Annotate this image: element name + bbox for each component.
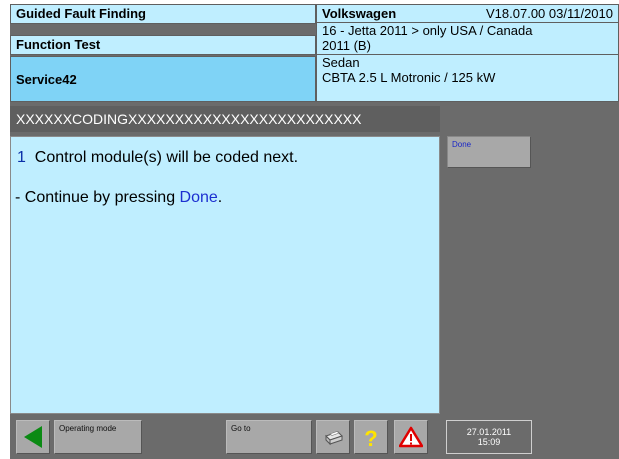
instruction-suffix: .	[217, 189, 223, 206]
time-label: 15:09	[477, 437, 501, 447]
title-bar: XXXXXXCODINGXXXXXXXXXXXXXXXXXXXXXXXXX	[10, 106, 440, 132]
instruction-text: - Continue by pressing	[15, 189, 180, 206]
done-button-label: Done	[452, 140, 472, 149]
engine-label: CBTA 2.5 L Motronic / 125 kW	[322, 70, 496, 85]
done-link[interactable]: Done	[180, 189, 218, 206]
brand-label: Volkswagen	[322, 6, 397, 21]
goto-button[interactable]: Go to	[226, 420, 312, 454]
model-label: 16 - Jetta 2011 > only USA / Canada	[322, 23, 533, 38]
help-icon: ?	[355, 421, 387, 453]
version-label: V18.07.00 03/11/2010	[486, 6, 613, 21]
message-panel: 1 Control module(s) will be coded next. …	[10, 136, 440, 414]
header: Guided Fault Finding Function Test Servi…	[10, 4, 619, 102]
mode-label: Guided Fault Finding	[16, 6, 146, 21]
done-button[interactable]: Done	[447, 136, 531, 168]
step-number: 1	[17, 149, 26, 166]
svg-text:?: ?	[364, 426, 377, 449]
help-button[interactable]: ?	[354, 420, 388, 454]
body-row: Sedan CBTA 2.5 L Motronic / 125 kW	[317, 54, 618, 85]
message-line-2: - Continue by pressing Done.	[15, 189, 222, 207]
function-cell: Function Test	[10, 35, 316, 55]
print-button[interactable]	[316, 420, 350, 454]
datetime-display: 27.01.2011 15:09	[446, 420, 532, 454]
goto-label: Go to	[231, 424, 251, 433]
function-label: Function Test	[16, 37, 101, 52]
mode-cell: Guided Fault Finding	[10, 4, 316, 24]
message-text: Control module(s) will be coded next.	[34, 149, 299, 166]
operating-mode-label: Operating mode	[59, 424, 117, 433]
operating-mode-button[interactable]: Operating mode	[54, 420, 142, 454]
service-cell[interactable]: Service42	[10, 56, 316, 102]
back-button[interactable]	[16, 420, 50, 454]
service-label: Service42	[16, 72, 77, 87]
printer-icon	[317, 421, 349, 453]
date-label: 27.01.2011	[466, 427, 512, 437]
message-line-1: 1 Control module(s) will be coded next.	[17, 149, 298, 167]
body-label: Sedan	[322, 55, 360, 70]
app-window: Guided Fault Finding Function Test Servi…	[10, 4, 619, 459]
model-row: 16 - Jetta 2011 > only USA / Canada 2011…	[317, 22, 618, 53]
warning-icon	[395, 421, 427, 453]
warning-button[interactable]	[394, 420, 428, 454]
back-arrow-icon	[17, 421, 49, 453]
vehicle-info: Volkswagen V18.07.00 03/11/2010 16 - Jet…	[316, 4, 619, 102]
model-year-label: 2011 (B)	[322, 38, 371, 53]
